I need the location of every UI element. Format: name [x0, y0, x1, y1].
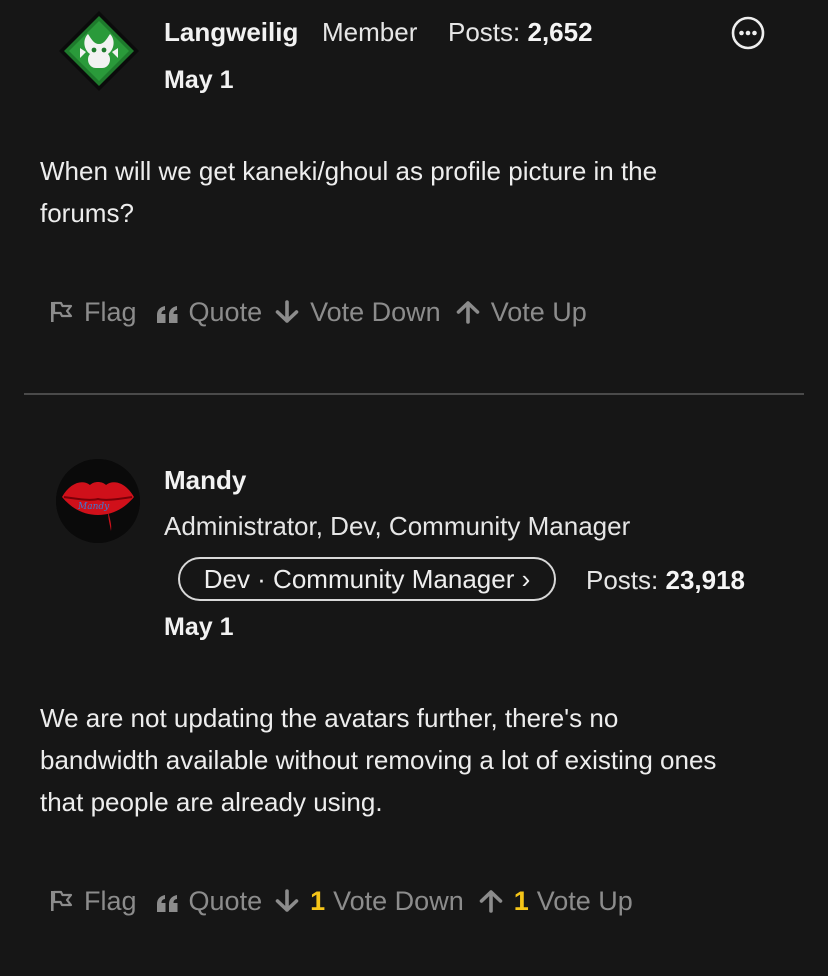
post-mandy: Mandy Mandy Administrator, Dev, Communit…: [0, 395, 828, 976]
post-body: When will we get kaneki/ghoul as profile…: [40, 150, 800, 234]
post-date[interactable]: May 1: [164, 613, 233, 642]
post-body-line: When will we get kaneki/ghoul as profile…: [40, 156, 658, 186]
quote-label: Quote: [188, 296, 263, 327]
vote-up-button[interactable]: Vote Up: [455, 297, 587, 328]
author-role: Member: [322, 17, 418, 47]
post-body-line: bandwidth available without removing a l…: [40, 745, 717, 775]
arrow-up-icon: [479, 890, 503, 913]
author-name[interactable]: Langweilig: [164, 17, 298, 48]
post-body-line: that people are already using.: [40, 787, 383, 817]
more-options-button[interactable]: [731, 16, 765, 50]
flag-button[interactable]: Flag: [48, 297, 137, 328]
post-actions: Flag Quote Vote Down Vote Up: [48, 294, 587, 330]
vote-up-label: Vote Up: [490, 296, 587, 327]
author-name[interactable]: Mandy: [164, 465, 246, 496]
vote-down-button[interactable]: Vote Down: [274, 297, 441, 328]
author-role: Administrator, Dev, Community Manager: [164, 511, 631, 541]
flag-label: Flag: [84, 296, 137, 327]
quote-label: Quote: [188, 885, 263, 916]
quote-icon: [156, 306, 178, 323]
vote-up-count: 1: [513, 885, 529, 916]
ellipsis-circle-icon: [731, 16, 765, 50]
post-count: Posts: 23,918: [586, 565, 745, 596]
post-body: We are not updating the avatars further,…: [40, 697, 800, 823]
role-badge[interactable]: Dev · Community Manager ›: [178, 557, 556, 601]
post-body-line: We are not updating the avatars further,…: [40, 703, 619, 733]
posts-label: Posts:: [586, 565, 659, 595]
role-badge-label: Dev · Community Manager ›: [203, 563, 531, 594]
vote-up-button[interactable]: 1 Vote Up: [478, 886, 633, 917]
vote-down-button[interactable]: 1 Vote Down: [274, 886, 464, 917]
author-avatar[interactable]: Mandy: [56, 459, 140, 543]
flag-icon: [51, 890, 73, 911]
quote-icon: [156, 895, 178, 912]
author-avatar[interactable]: [58, 10, 140, 92]
posts-count-value: 23,918: [665, 565, 746, 595]
vote-down-label: Vote Down: [333, 885, 464, 916]
red-lips-avatar-icon: Mandy: [56, 459, 140, 543]
vote-down-label: Vote Down: [310, 296, 441, 327]
post-count: Posts: 2,652: [448, 17, 593, 48]
post-langweilig: Langweilig Member Posts: 2,652 May 1 Whe…: [0, 0, 828, 394]
post-date[interactable]: May 1: [164, 66, 233, 95]
arrow-up-icon: [456, 301, 479, 324]
quote-button[interactable]: Quote: [155, 296, 263, 328]
vote-up-label: Vote Up: [536, 885, 633, 916]
post-body-line: forums?: [40, 198, 134, 228]
flag-label: Flag: [84, 885, 137, 916]
vote-down-count: 1: [310, 885, 326, 916]
quote-button[interactable]: Quote: [155, 885, 263, 917]
posts-label: Posts:: [448, 17, 521, 47]
flag-icon: [51, 301, 73, 322]
green-emblem-avatar-icon: [59, 11, 139, 91]
arrow-down-icon: [275, 300, 299, 323]
flag-button[interactable]: Flag: [48, 886, 137, 917]
post-actions: Flag Quote 1 Vote Down 1 Vote Up: [48, 883, 633, 919]
posts-count-value: 2,652: [527, 17, 593, 47]
arrow-down-icon: [275, 889, 299, 912]
svg-text:Mandy: Mandy: [77, 502, 110, 512]
